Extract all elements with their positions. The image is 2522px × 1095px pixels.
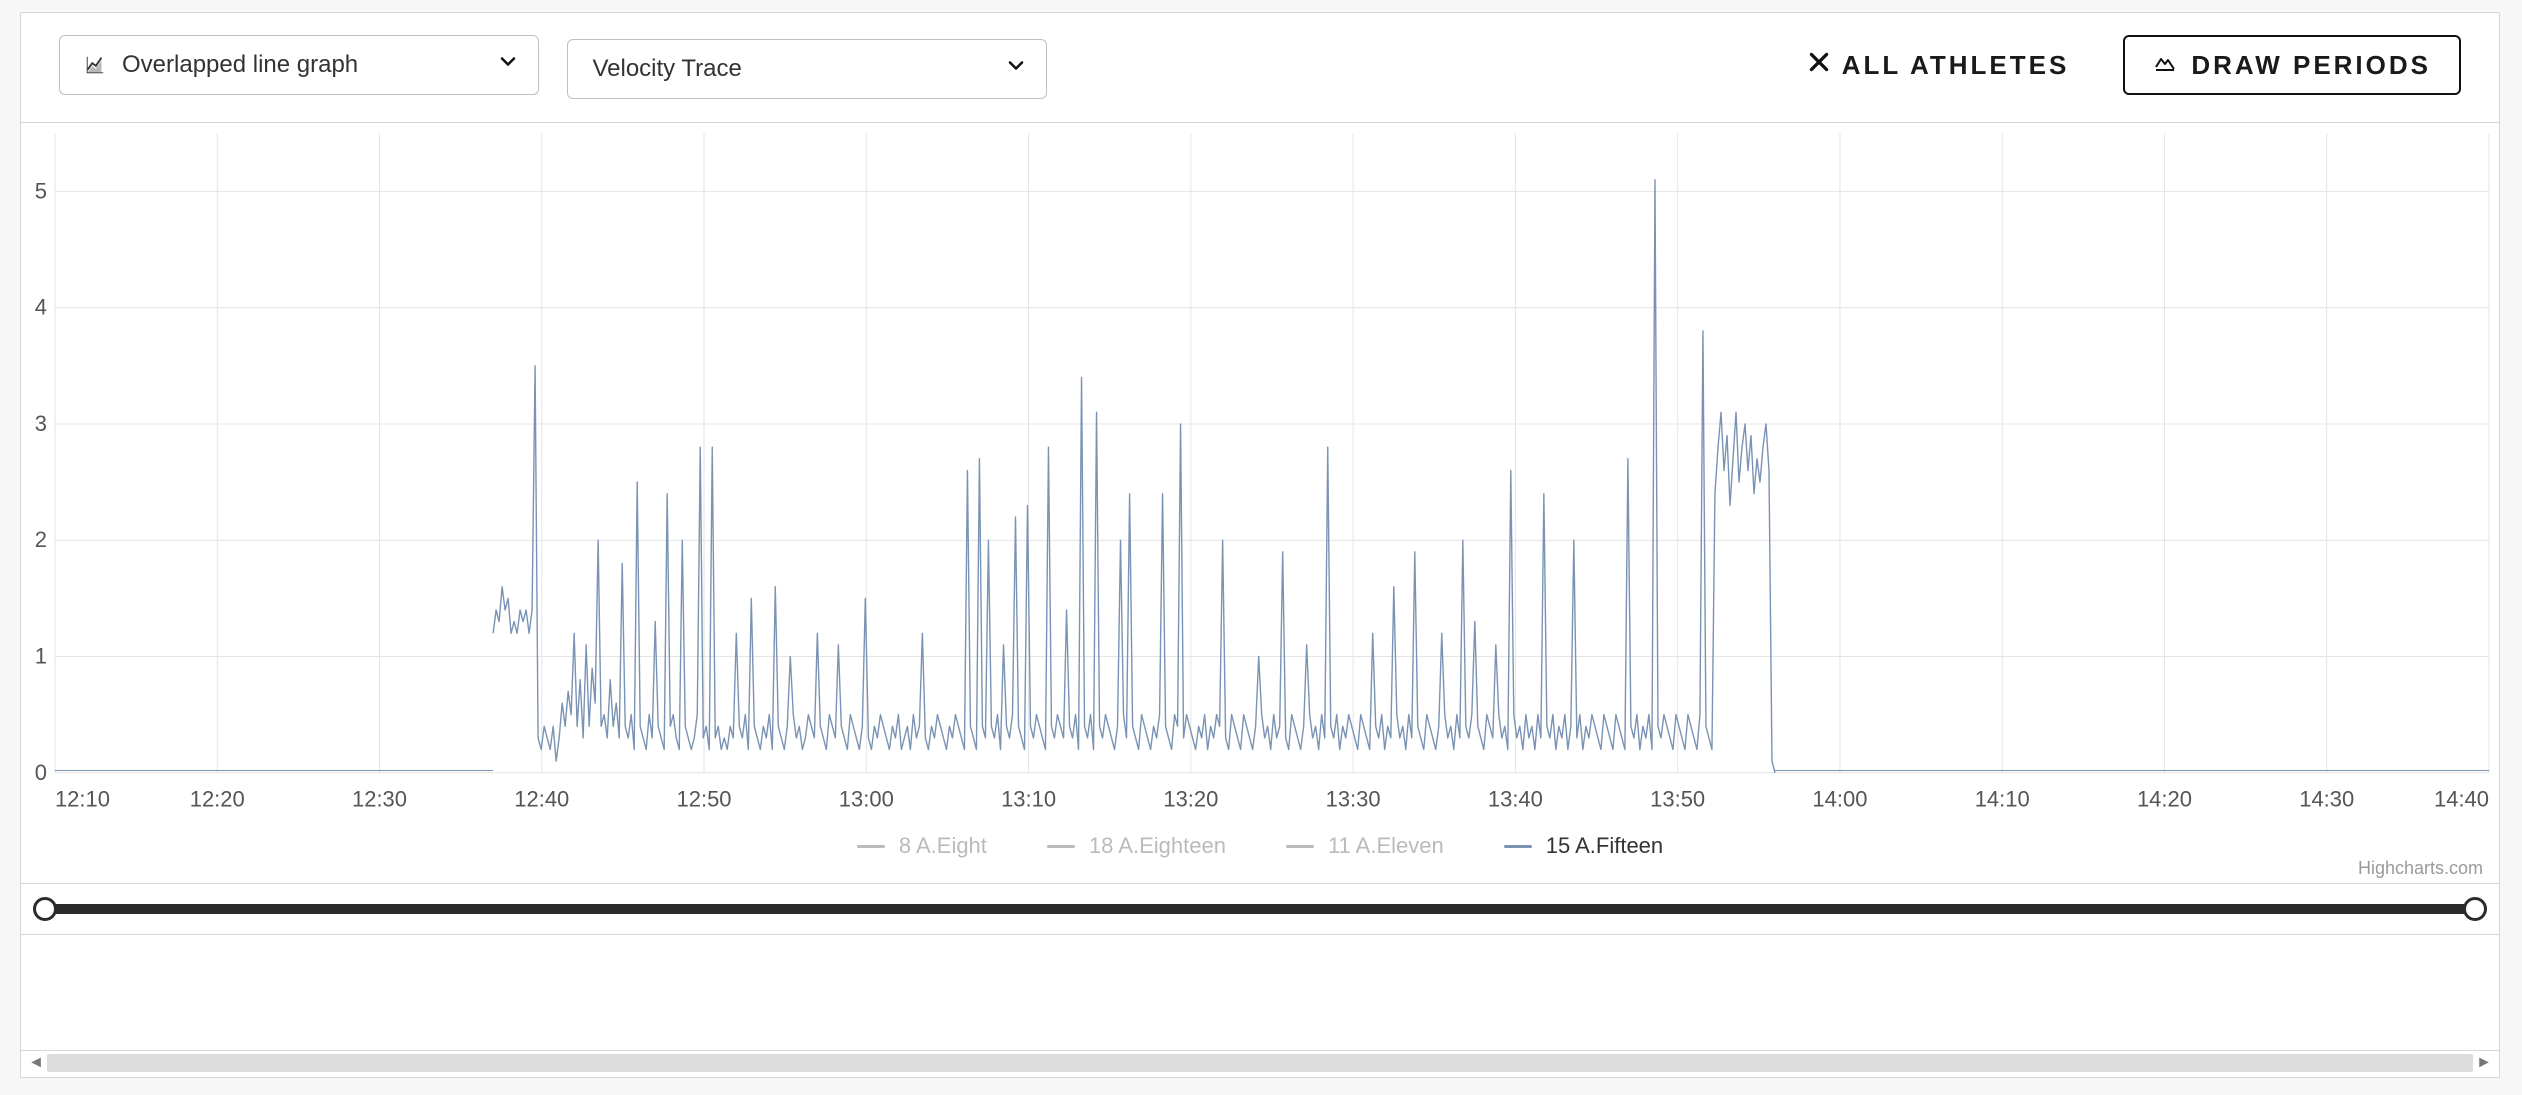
range-track[interactable] [45, 904, 2475, 914]
range-handle-right[interactable] [2463, 897, 2487, 921]
chart-credits[interactable]: Highcharts.com [2358, 858, 2483, 879]
svg-text:12:20: 12:20 [190, 787, 245, 812]
legend-item[interactable]: 18 A.Eighteen [1047, 833, 1226, 859]
draw-icon [2153, 50, 2177, 81]
chart-type-select[interactable]: Overlapped line graph [59, 35, 539, 95]
legend-label: 18 A.Eighteen [1089, 833, 1226, 859]
svg-text:1: 1 [35, 644, 47, 669]
legend-swatch [1286, 845, 1314, 848]
legend-label: 15 A.Fifteen [1546, 833, 1663, 859]
svg-text:14:10: 14:10 [1975, 787, 2030, 812]
svg-text:4: 4 [35, 295, 47, 320]
all-athletes-label: ALL ATHLETES [1842, 50, 2070, 81]
legend-label: 8 A.Eight [899, 833, 987, 859]
svg-text:12:40: 12:40 [514, 787, 569, 812]
chart-legend: 8 A.Eight 18 A.Eighteen 11 A.Eleven 15 A… [21, 833, 2499, 859]
svg-text:14:20: 14:20 [2137, 787, 2192, 812]
svg-text:0: 0 [35, 760, 47, 785]
legend-item[interactable]: 8 A.Eight [857, 833, 987, 859]
svg-text:13:10: 13:10 [1001, 787, 1056, 812]
svg-text:13:40: 13:40 [1488, 787, 1543, 812]
svg-text:14:00: 14:00 [1812, 787, 1867, 812]
chart-type-label: Overlapped line graph [122, 51, 358, 79]
svg-text:3: 3 [35, 411, 47, 436]
svg-text:12:30: 12:30 [352, 787, 407, 812]
chart[interactable]: 12:10 12:20 12:30 12:40 12:50 13:00 13:10 13:20… [21, 123, 2499, 883]
panel: Overlapped line graph Velocity Trace ALL… [20, 12, 2500, 1078]
scroll-left-icon[interactable]: ◄ [25, 1052, 47, 1074]
chevron-down-icon [1004, 54, 1028, 85]
horizontal-scrollbar[interactable]: ◄ ► [21, 1051, 2499, 1075]
scrollbar-thumb[interactable] [47, 1054, 2473, 1072]
svg-text:12:10: 12:10 [55, 787, 110, 812]
clear-athletes-button[interactable]: ALL ATHLETES [1800, 35, 2076, 95]
svg-text:14:30: 14:30 [2299, 787, 2354, 812]
svg-text:13:30: 13:30 [1326, 787, 1381, 812]
legend-item[interactable]: 15 A.Fifteen [1504, 833, 1663, 859]
svg-text:14:40: 14:40 [2434, 787, 2489, 812]
range-handle-left[interactable] [33, 897, 57, 921]
svg-text:13:50: 13:50 [1650, 787, 1705, 812]
legend-label: 11 A.Eleven [1328, 833, 1444, 859]
svg-text:13:20: 13:20 [1163, 787, 1218, 812]
draw-periods-label: DRAW PERIODS [2191, 50, 2431, 81]
svg-text:2: 2 [35, 527, 47, 552]
legend-swatch [857, 845, 885, 848]
legend-item[interactable]: 11 A.Eleven [1286, 833, 1444, 859]
range-slider[interactable] [21, 883, 2499, 935]
toolbar: Overlapped line graph Velocity Trace ALL… [21, 13, 2499, 123]
svg-text:13:00: 13:00 [839, 787, 894, 812]
close-icon [1806, 49, 1832, 82]
bottom-panel [21, 935, 2499, 1051]
scroll-right-icon[interactable]: ► [2473, 1052, 2495, 1074]
svg-text:12:50: 12:50 [677, 787, 732, 812]
trace-label: Velocity Trace [592, 55, 741, 83]
legend-swatch [1504, 845, 1532, 848]
chevron-down-icon [496, 50, 520, 81]
draw-periods-button[interactable]: DRAW PERIODS [2123, 35, 2461, 95]
line-graph-icon [84, 54, 106, 76]
legend-swatch [1047, 845, 1075, 848]
trace-select[interactable]: Velocity Trace [567, 39, 1047, 99]
svg-text:5: 5 [35, 178, 47, 203]
chart-plot-area: 12:10 12:20 12:30 12:40 12:50 13:00 13:10 13:20… [21, 123, 2499, 883]
toolbar-right: ALL ATHLETES DRAW PERIODS [1800, 35, 2461, 95]
